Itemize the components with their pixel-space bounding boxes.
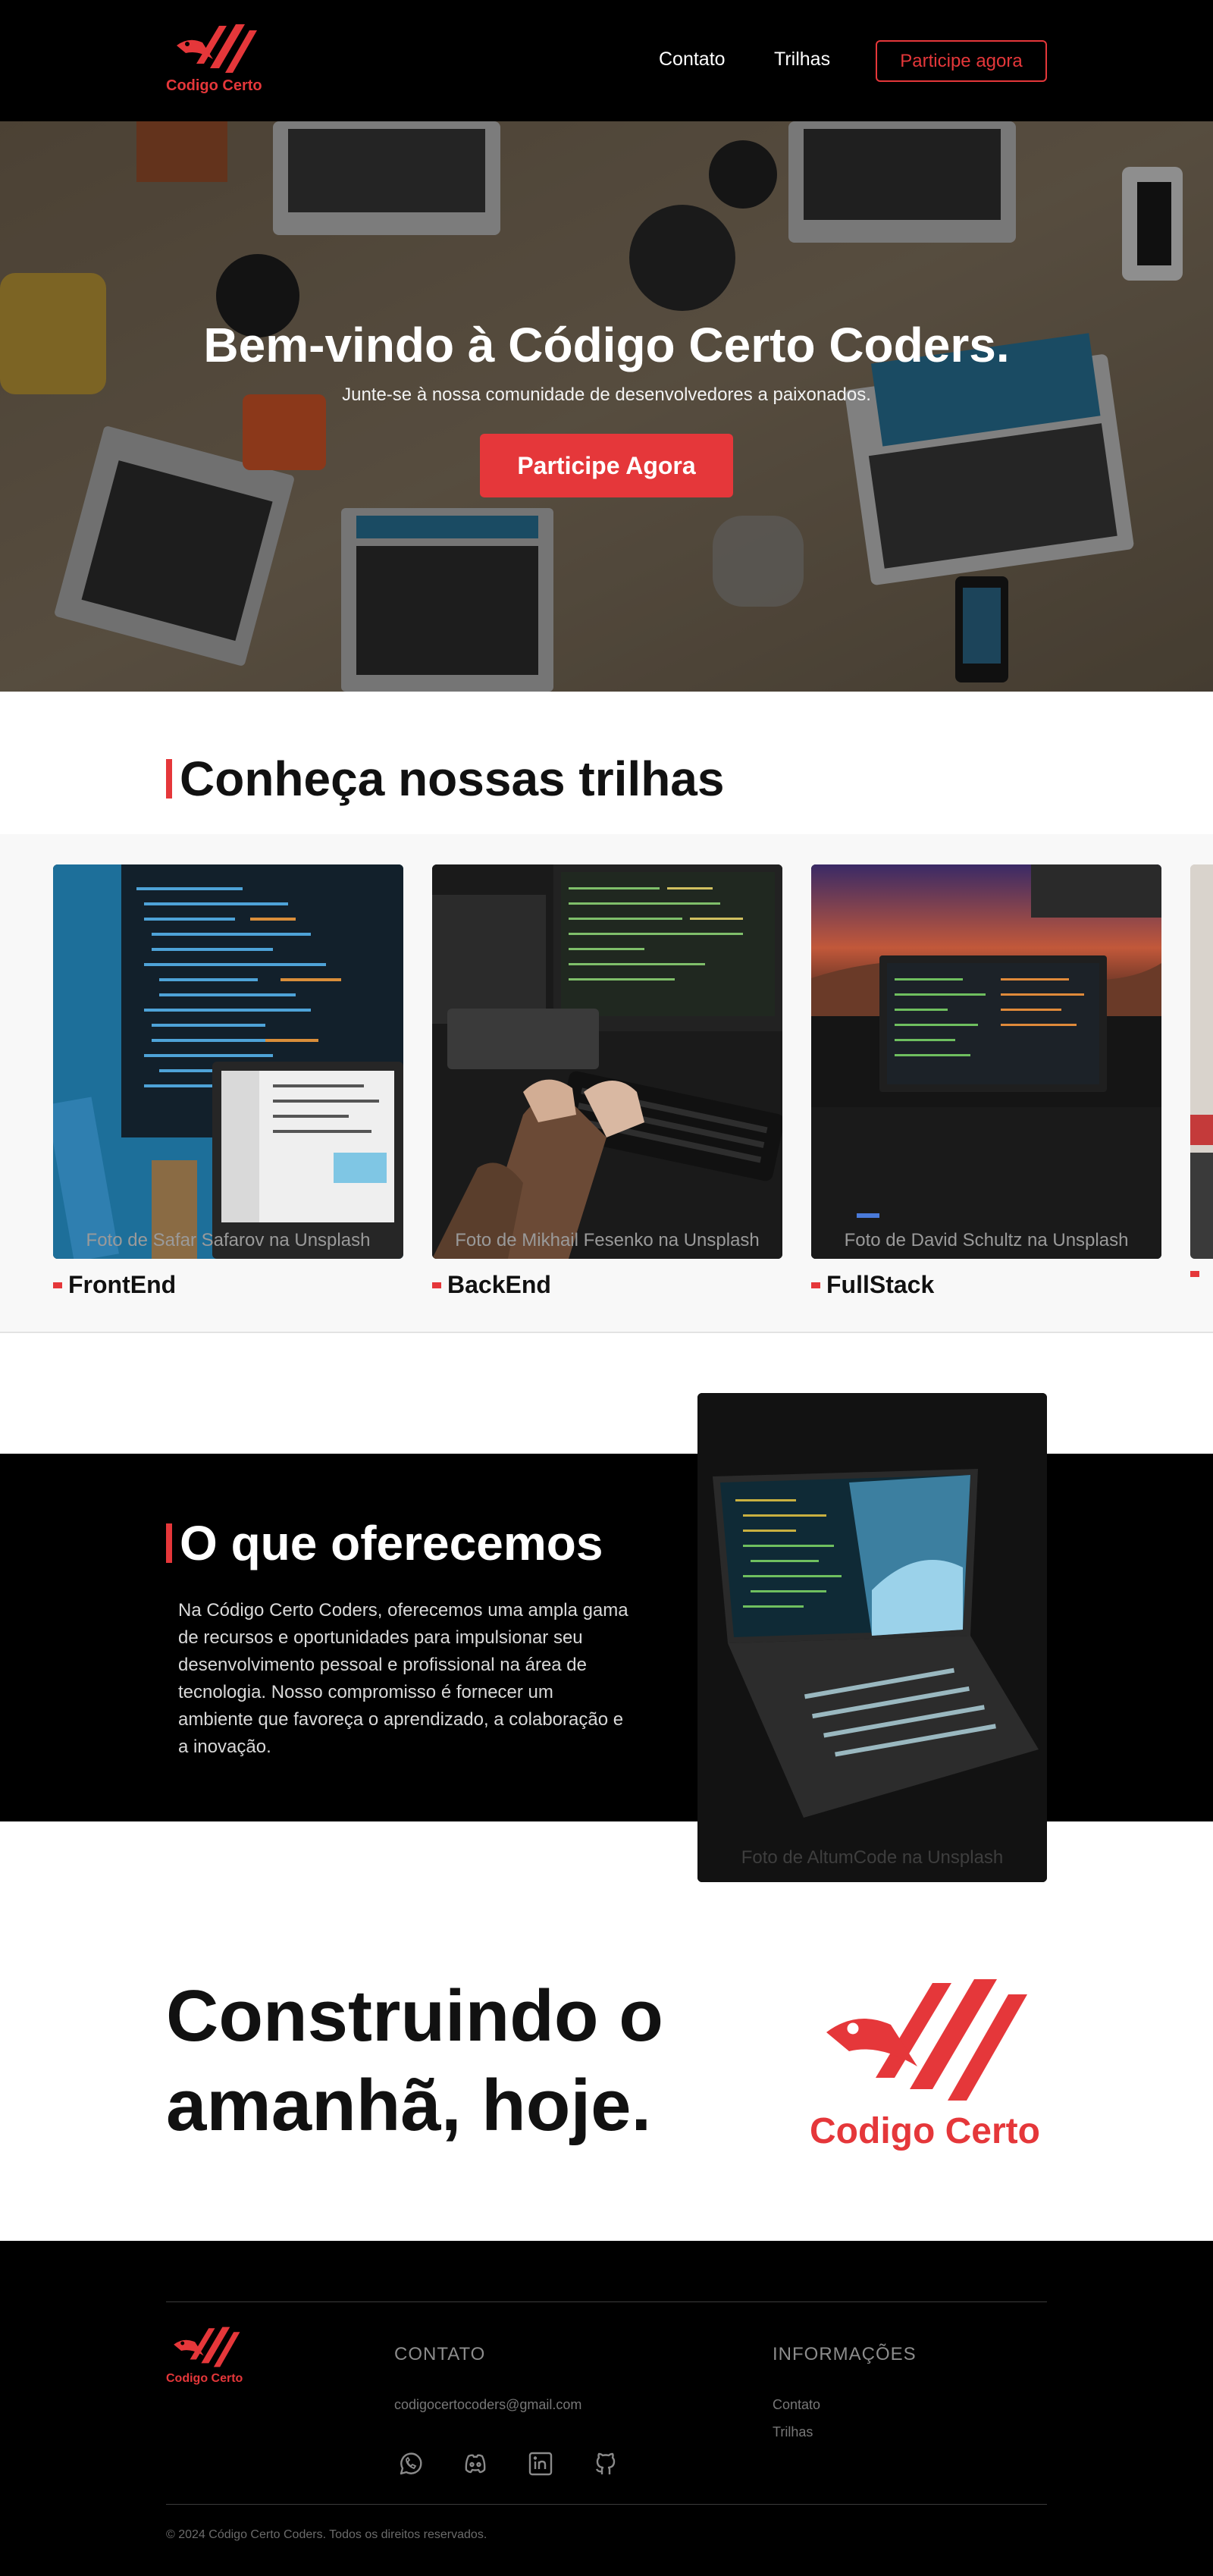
laptop-code-photo	[697, 1393, 1047, 1882]
tracks-title-text: Conheça nossas trilhas	[180, 751, 725, 806]
offer-description: Na Código Certo Coders, oferecemos uma a…	[178, 1600, 628, 1757]
footer-divider	[166, 2301, 1047, 2302]
track-label-fullstack: FullStack	[811, 1271, 1161, 1299]
offer-title: O que oferecemos	[166, 1515, 603, 1571]
header-logo[interactable]: Codigo Certo	[166, 23, 265, 99]
build-headline-line2: amanhã, hoje.	[166, 2065, 652, 2146]
footer-link-contato[interactable]: Contato	[773, 2397, 820, 2413]
track-label-backend: BackEnd	[432, 1271, 782, 1299]
sunset-monitor-photo	[811, 864, 1161, 1259]
hero-overlay	[0, 121, 1213, 692]
track-card-fullstack[interactable]: Foto de David Schultz na Unsplash FullSt…	[811, 864, 1161, 1299]
nav-link-contato[interactable]: Contato	[659, 49, 726, 71]
footer-copyright: © 2024 Código Certo Coders. Todos os dir…	[166, 2528, 487, 2541]
footer-contato-heading: CONTATO	[394, 2344, 486, 2364]
track-credit-frontend: Foto de Safar Safarov na Unsplash	[86, 1230, 371, 1250]
site-header: Codigo Certo Contato Trilhas Participe a…	[0, 0, 1213, 121]
build-headline: Construindo o amanhã, hoje.	[166, 1972, 663, 2151]
nav-link-trilhas[interactable]: Trilhas	[774, 49, 830, 71]
code-monitor-photo	[53, 864, 403, 1259]
hero-join-button[interactable]: Participe Agora	[480, 434, 733, 497]
title-accent-bar	[166, 759, 172, 799]
offer-image-card: Foto de AltumCode na Unsplash	[697, 1393, 1047, 1882]
track-image-backend: Foto de Mikhail Fesenko na Unsplash	[432, 864, 782, 1259]
page: Codigo Certo Contato Trilhas Participe a…	[0, 0, 1213, 2576]
offer-title-text: O que oferecemos	[180, 1516, 603, 1570]
track-card-frontend[interactable]: Foto de Safar Safarov na Unsplash FrontE…	[53, 864, 403, 1299]
track-label-frontend: FrontEnd	[53, 1271, 403, 1299]
label-accent-dot	[53, 1282, 62, 1288]
large-logo-text: Codigo Certo	[810, 2111, 1040, 2151]
tracks-carousel[interactable]: Foto de Safar Safarov na Unsplash FrontE…	[0, 834, 1213, 1333]
linkedin-icon[interactable]	[525, 2448, 556, 2480]
track-card-next[interactable]	[1190, 864, 1213, 1277]
tracks-title: Conheça nossas trilhas	[166, 751, 724, 807]
track-credit-backend: Foto de Mikhail Fesenko na Unsplash	[455, 1230, 760, 1250]
footer-logo-text: Codigo Certo	[166, 2372, 243, 2385]
track-label-next	[1190, 1271, 1213, 1277]
footer-email-link[interactable]: codigocertocoders@gmail.com	[394, 2397, 581, 2413]
logo-mark-icon	[174, 2327, 240, 2367]
track-credit-fullstack: Foto de David Schultz na Unsplash	[844, 1230, 1129, 1250]
header-join-button[interactable]: Participe agora	[876, 40, 1047, 82]
offer-image-credit: Foto de AltumCode na Unsplash	[741, 1847, 1004, 1868]
track-image-next	[1190, 864, 1213, 1259]
label-accent-dot	[811, 1282, 820, 1288]
logo-mark-icon	[826, 1979, 1027, 2101]
footer-logo[interactable]: Codigo Certo	[166, 2326, 249, 2386]
title-accent-bar	[166, 1523, 172, 1563]
discord-icon[interactable]	[459, 2448, 491, 2480]
label-accent-dot	[432, 1282, 441, 1288]
hero-title: Bem-vindo à Código Certo Coders.	[203, 318, 1010, 372]
hero-section: Bem-vindo à Código Certo Coders. Junte-s…	[0, 121, 1213, 692]
hero-subtitle: Junte-se à nossa comunidade de desenvolv…	[342, 384, 871, 405]
label-accent-dot	[1190, 1271, 1199, 1277]
header-logo-text: Codigo Certo	[166, 77, 262, 94]
github-icon[interactable]	[590, 2448, 622, 2480]
track-image-fullstack: Foto de David Schultz na Unsplash	[811, 864, 1161, 1259]
logo-mark-icon	[177, 24, 257, 73]
whatsapp-icon[interactable]	[394, 2448, 426, 2480]
site-footer: Codigo Certo CONTATO codigocertocoders@g…	[0, 2241, 1213, 2576]
footer-info-heading: INFORMAÇÕES	[773, 2344, 917, 2364]
track-label-frontend-text: FrontEnd	[68, 1271, 177, 1298]
footer-link-trilhas[interactable]: Trilhas	[773, 2424, 813, 2440]
footer-divider	[166, 2504, 1047, 2505]
track-image-frontend: Foto de Safar Safarov na Unsplash	[53, 864, 403, 1259]
track-card-backend[interactable]: Foto de Mikhail Fesenko na Unsplash Back…	[432, 864, 782, 1299]
track-label-backend-text: BackEnd	[447, 1271, 551, 1298]
build-headline-line1: Construindo o	[166, 1975, 663, 2057]
large-logo: Codigo Certo	[800, 1975, 1050, 2151]
dark-workstation-photo	[432, 864, 782, 1259]
partial-card-photo	[1190, 864, 1213, 1259]
track-label-fullstack-text: FullStack	[826, 1271, 935, 1298]
